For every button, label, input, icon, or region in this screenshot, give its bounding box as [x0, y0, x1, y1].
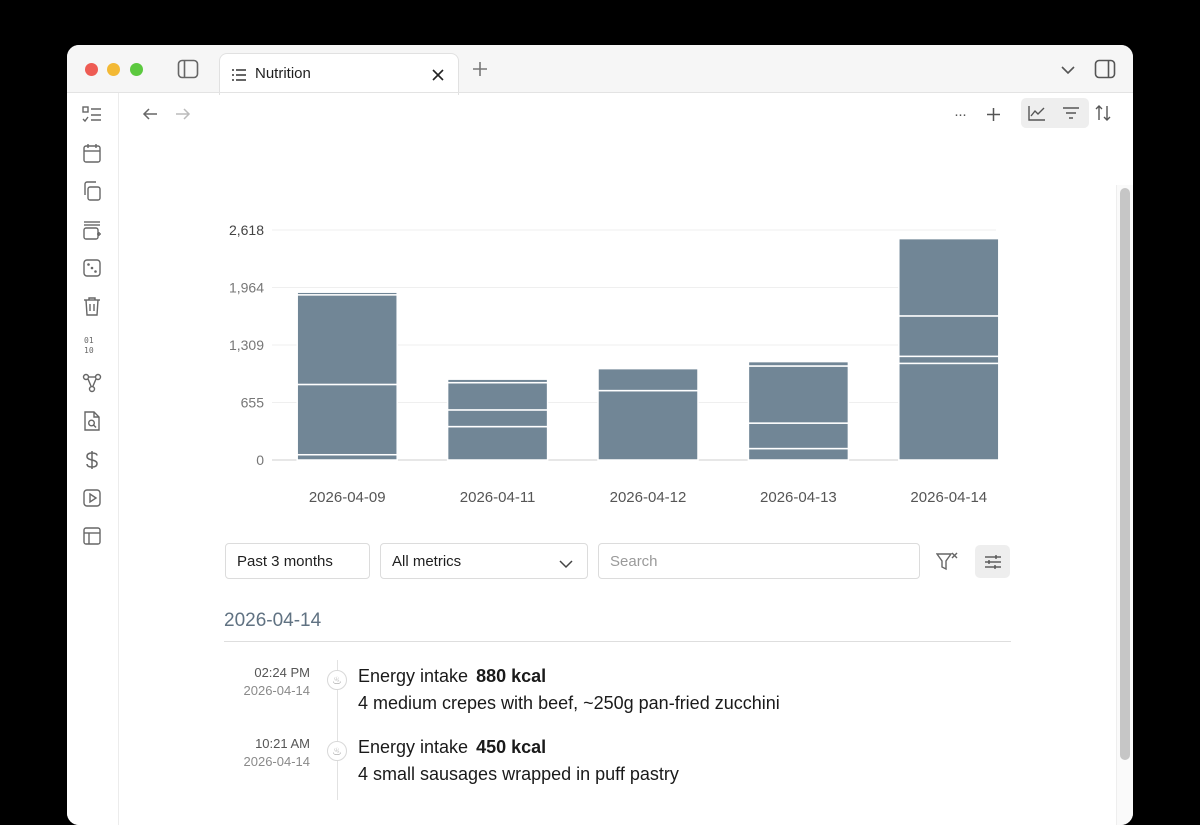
bar-segment[interactable]	[597, 367, 699, 392]
entry-time: 10:21 AM	[255, 736, 310, 751]
play-icon[interactable]	[82, 488, 102, 508]
bar-segment[interactable]	[296, 453, 398, 461]
stack-add-icon[interactable]	[82, 220, 102, 240]
search-placeholder: Search	[610, 552, 658, 570]
bar-segment[interactable]	[898, 315, 1000, 358]
entry-metric: Energy intake 880 kcal	[358, 666, 546, 687]
bar-segment[interactable]	[898, 237, 1000, 317]
metric-select-value: All metrics	[392, 552, 462, 570]
bar-segment[interactable]	[597, 389, 699, 461]
binary-icon[interactable]: 01 10	[82, 335, 102, 355]
flame-icon: ♨	[327, 741, 347, 761]
svg-text:10: 10	[84, 346, 94, 355]
entry-date: 2026-04-14	[243, 754, 311, 769]
list-icon	[231, 67, 247, 83]
dice-icon[interactable]	[82, 258, 102, 278]
metric-select[interactable]: All metrics	[380, 543, 588, 579]
date-range-select[interactable]: Past 3 months	[225, 543, 370, 579]
bar-segment[interactable]	[296, 383, 398, 456]
y-tick-label: 0	[256, 452, 264, 468]
y-tick-label: 1,309	[229, 337, 264, 353]
sidebar-toggle-icon[interactable]	[177, 58, 199, 80]
add-icon[interactable]	[983, 104, 1003, 124]
search-input[interactable]: Search	[598, 543, 920, 579]
copy-icon[interactable]	[82, 181, 102, 201]
file-search-icon[interactable]	[82, 411, 102, 431]
title-bar: Nutrition	[67, 45, 1133, 95]
bar-segment[interactable]	[747, 447, 850, 461]
bar-segment[interactable]	[446, 409, 549, 428]
minimize-window-button[interactable]	[107, 63, 120, 76]
entry-metric-name: Energy intake	[358, 737, 469, 757]
close-tab-icon[interactable]	[429, 66, 447, 84]
x-tick-label: 2026-04-09	[309, 489, 386, 506]
entry-metric-name: Energy intake	[358, 666, 469, 686]
entry-description: 4 medium crepes with beef, ~250g pan-fri…	[358, 693, 780, 713]
entry-time: 02:24 PM	[254, 665, 310, 680]
forward-arrow-icon[interactable]	[172, 103, 194, 125]
more-options-icon[interactable]: ···	[949, 105, 971, 123]
x-tick-label: 2026-04-12	[610, 489, 687, 506]
bar-segment[interactable]	[296, 291, 398, 296]
graph-icon[interactable]	[82, 373, 102, 393]
filter-lines-icon[interactable]	[1058, 101, 1084, 125]
x-tick-label: 2026-04-13	[760, 489, 837, 506]
day-divider	[224, 641, 1011, 642]
dollar-icon[interactable]	[82, 450, 102, 470]
tab-label: Nutrition	[255, 65, 311, 82]
chevron-down-icon	[559, 556, 573, 573]
calendar-icon[interactable]	[82, 143, 102, 163]
bar-segment[interactable]	[296, 294, 398, 386]
close-window-button[interactable]	[85, 63, 98, 76]
entry-metric: Energy intake 450 kcal	[358, 737, 546, 758]
entry-value: 880 kcal	[476, 666, 547, 686]
tab-nutrition[interactable]: Nutrition	[219, 53, 459, 95]
bar-segment[interactable]	[446, 381, 549, 411]
svg-text:01: 01	[84, 336, 94, 345]
stacked-bar-chart: 0 655 1,309 1,964 2,618 2026-04-09 2026-04-11 2…	[229, 222, 1000, 506]
day-heading: 2026-04-14	[224, 610, 322, 631]
entry-date: 2026-04-14	[243, 683, 311, 698]
bar-segment[interactable]	[446, 378, 549, 384]
bar-segment[interactable]	[747, 422, 850, 450]
x-tick-label: 2026-04-11	[460, 489, 536, 506]
new-tab-icon[interactable]	[470, 59, 490, 79]
bar-segment[interactable]	[747, 360, 850, 367]
trash-icon[interactable]	[82, 296, 102, 316]
layout-icon[interactable]	[82, 526, 102, 546]
right-sidebar-toggle-icon[interactable]	[1094, 58, 1116, 80]
y-tick-label: 655	[241, 394, 265, 410]
settings-sliders-icon[interactable]	[975, 545, 1010, 578]
back-arrow-icon[interactable]	[139, 103, 161, 125]
clear-filter-icon[interactable]	[935, 551, 959, 573]
chart-view-icon[interactable]	[1024, 101, 1050, 125]
maximize-window-button[interactable]	[130, 63, 143, 76]
date-range-value: Past 3 months	[237, 552, 333, 570]
left-ribbon: 01 10	[67, 93, 119, 825]
bar-segment[interactable]	[747, 365, 850, 424]
y-tick-label: 1,964	[229, 279, 264, 295]
checklist-icon[interactable]	[82, 105, 102, 125]
flame-icon: ♨	[327, 670, 347, 690]
chevron-down-icon[interactable]	[1058, 60, 1078, 80]
entry-description: 4 small sausages wrapped in puff pastry	[358, 764, 679, 784]
bar-segment[interactable]	[898, 355, 1000, 365]
y-tick-label: 2,618	[229, 222, 264, 238]
bar-segment[interactable]	[898, 362, 1000, 461]
sort-icon[interactable]	[1092, 102, 1114, 124]
entry-value: 450 kcal	[476, 737, 547, 757]
scrollbar-thumb[interactable]	[1120, 188, 1130, 760]
x-tick-label: 2026-04-14	[910, 489, 987, 506]
bar-segment[interactable]	[446, 425, 549, 461]
